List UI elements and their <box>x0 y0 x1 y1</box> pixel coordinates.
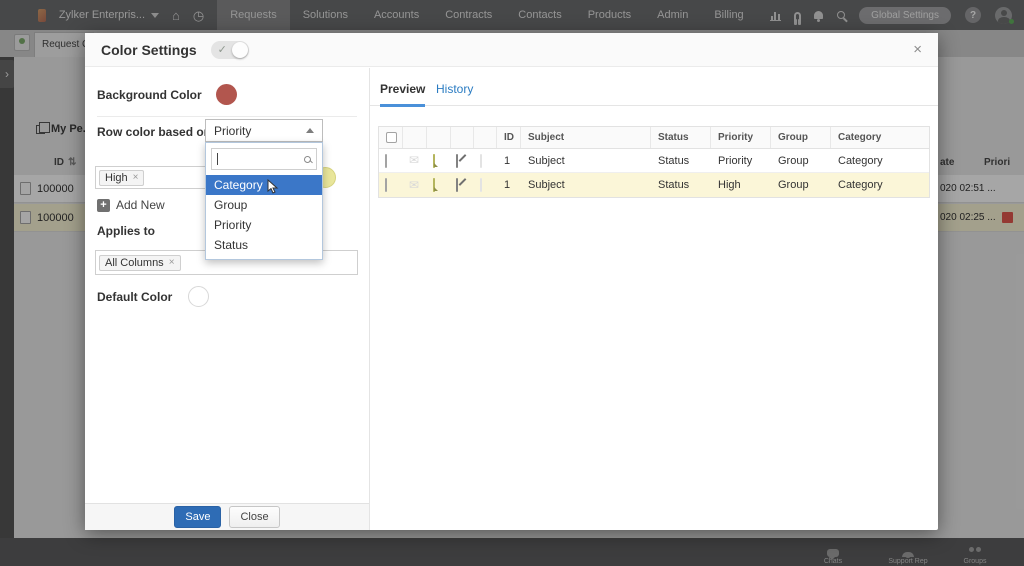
preview-table: ID Subject Status Priority Group Categor… <box>378 126 930 198</box>
table-row[interactable]: ✉ 1 Subject Status Priority Group Catego… <box>379 149 929 173</box>
cell-priority: Priority <box>711 155 771 167</box>
dropdown-search-input[interactable] <box>211 148 317 170</box>
color-settings-toggle[interactable]: ✓ <box>211 41 249 59</box>
close-icon[interactable]: × <box>913 42 922 57</box>
document-icon <box>480 178 482 192</box>
caret-up-icon <box>306 128 314 133</box>
chip-remove-icon[interactable]: × <box>133 172 139 183</box>
edit-icon[interactable] <box>456 178 458 192</box>
modal-title: Color Settings <box>101 42 197 58</box>
header-priority[interactable]: Priority <box>711 127 771 148</box>
background-color-swatch[interactable] <box>216 84 237 105</box>
dropdown-option-status[interactable]: Status <box>206 235 322 255</box>
chip-remove-icon[interactable]: × <box>169 257 175 268</box>
cell-subject[interactable]: Subject <box>521 155 651 167</box>
edit-icon[interactable] <box>456 154 458 168</box>
applies-chip-all-columns[interactable]: All Columns × <box>99 255 181 271</box>
header-group[interactable]: Group <box>771 127 831 148</box>
toggle-knob <box>232 42 248 58</box>
document-icon <box>480 154 482 168</box>
search-icon <box>304 156 311 163</box>
plus-icon: + <box>97 199 110 212</box>
add-new-link[interactable]: + Add New <box>97 198 165 212</box>
preview-tabs: Preview History <box>370 68 938 106</box>
cell-id: 1 <box>497 179 521 191</box>
header-category[interactable]: Category <box>831 127 931 148</box>
header-status[interactable]: Status <box>651 127 711 148</box>
tab-preview[interactable]: Preview <box>380 82 425 107</box>
close-button[interactable]: Close <box>229 506 279 528</box>
screen: Zylker Enterpris... ⌂ ◷ Requests Solutio… <box>0 0 1024 566</box>
row-color-label: Row color based on <box>97 125 211 139</box>
row-color-select[interactable]: Priority <box>205 119 323 142</box>
dropdown-option-category[interactable]: Category <box>206 175 322 195</box>
applies-to-label: Applies to <box>97 224 155 238</box>
dropdown-option-group[interactable]: Group <box>206 195 322 215</box>
save-button[interactable]: Save <box>174 506 221 528</box>
select-all-checkbox[interactable] <box>386 132 397 143</box>
cell-category: Category <box>831 155 931 167</box>
cell-status: Status <box>651 179 711 191</box>
cell-id: 1 <box>497 155 521 167</box>
cell-subject[interactable]: Subject <box>521 179 651 191</box>
row-checkbox[interactable] <box>385 178 387 192</box>
table-row-highlighted[interactable]: ✉ 1 Subject Status High Group Category <box>379 173 929 197</box>
cell-group: Group <box>771 155 831 167</box>
icon-column-header <box>474 127 497 148</box>
tab-history[interactable]: History <box>436 82 473 96</box>
cell-status: Status <box>651 155 711 167</box>
mail-icon: ✉ <box>409 178 419 192</box>
preview-table-header: ID Subject Status Priority Group Categor… <box>379 127 929 149</box>
default-color-label: Default Color <box>97 290 172 304</box>
row-color-dropdown: Category Group Priority Status <box>205 142 323 260</box>
default-color-swatch[interactable] <box>188 286 209 307</box>
row-checkbox[interactable] <box>385 154 387 168</box>
preview-panel: Preview History ID Subject Status Priori… <box>370 68 938 530</box>
note-icon[interactable] <box>433 154 435 168</box>
cursor-icon <box>266 179 279 195</box>
check-icon: ✓ <box>218 43 227 56</box>
icon-column-header <box>427 127 451 148</box>
dropdown-option-priority[interactable]: Priority <box>206 215 322 235</box>
text-caret <box>217 153 218 165</box>
header-id[interactable]: ID <box>497 127 521 148</box>
rule-chip-high[interactable]: High × <box>99 170 144 186</box>
background-color-label: Background Color <box>97 88 202 102</box>
note-icon[interactable] <box>433 178 435 192</box>
header-subject[interactable]: Subject <box>521 127 651 148</box>
icon-column-header <box>451 127 474 148</box>
modal-header: Color Settings ✓ × <box>85 33 938 67</box>
icon-column-header <box>403 127 427 148</box>
cell-priority: High <box>711 179 771 191</box>
divider <box>97 116 357 117</box>
color-settings-modal: Color Settings ✓ × Background Color Row … <box>85 33 938 530</box>
cell-group: Group <box>771 179 831 191</box>
mail-icon: ✉ <box>409 153 419 167</box>
modal-footer: Save Close <box>85 503 369 530</box>
cell-category: Category <box>831 179 931 191</box>
settings-panel: Background Color Row color based on Prio… <box>85 68 370 530</box>
